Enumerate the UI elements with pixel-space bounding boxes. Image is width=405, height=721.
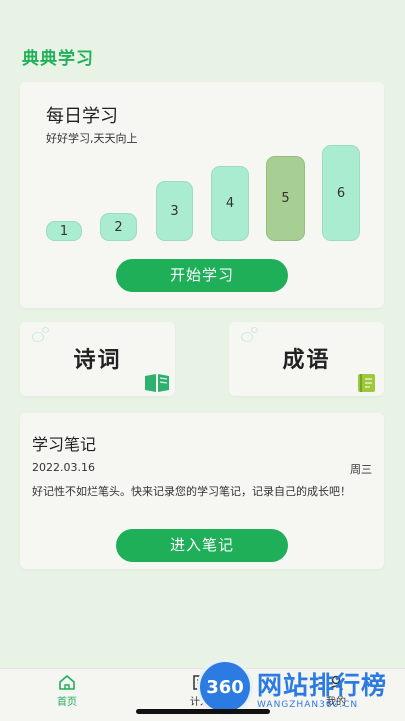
tab-home[interactable]: 首页: [37, 673, 97, 708]
tab-home-label: 首页: [57, 697, 77, 708]
app-title: 典典学习: [22, 49, 94, 69]
notes-text: 好记性不如烂笔头。快来记录您的学习笔记，记录自己的成长吧！: [32, 485, 351, 498]
watermark-logo: 360: [200, 662, 250, 712]
enter-notes-button[interactable]: 进入笔记: [116, 529, 288, 562]
notebook-icon: [358, 374, 375, 392]
level-label: 3: [170, 203, 179, 219]
bubble-decoration: [42, 327, 49, 333]
level-bar-3[interactable]: 3: [156, 181, 193, 241]
poetry-tile[interactable]: 诗词: [20, 322, 175, 396]
notes-date: 2022.03.16: [32, 461, 95, 474]
start-study-button[interactable]: 开始学习: [116, 259, 288, 292]
watermark-url: WANGZHAN360.CN: [257, 700, 359, 710]
level-bar-1[interactable]: 1: [46, 221, 82, 241]
level-label: 2: [114, 219, 123, 235]
level-bar-5[interactable]: 5: [266, 156, 305, 241]
watermark-title: 网站排行榜: [257, 671, 388, 700]
home-indicator: [136, 709, 270, 714]
bubble-decoration: [251, 327, 258, 333]
level-label: 4: [225, 196, 235, 211]
notes-weekday: 周三: [350, 463, 372, 476]
poetry-label: 诗词: [73, 348, 122, 373]
level-label: 1: [59, 223, 69, 239]
level-bar-2[interactable]: 2: [100, 213, 137, 241]
book-icon: [145, 374, 169, 392]
daily-study-title: 每日学习: [46, 106, 118, 127]
home-icon: [59, 674, 75, 690]
idiom-tile[interactable]: 成语: [229, 322, 384, 396]
level-bar-6[interactable]: 6: [322, 145, 360, 241]
idiom-label: 成语: [282, 348, 331, 373]
bubble-decoration: [32, 332, 44, 342]
level-bar-4[interactable]: 4: [211, 166, 249, 241]
notes-title: 学习笔记: [32, 435, 97, 454]
study-notes-card: 学习笔记 2022.03.16 周三 好记性不如烂笔头。快来记录您的学习笔记，记…: [20, 413, 384, 569]
daily-study-subtitle: 好好学习,天天向上: [46, 132, 138, 145]
bubble-decoration: [241, 332, 253, 342]
level-label: 5: [281, 191, 290, 206]
daily-study-card: 每日学习 好好学习,天天向上 1 2 3 4 5 6 开始学习: [20, 82, 384, 308]
level-label: 6: [336, 185, 346, 201]
